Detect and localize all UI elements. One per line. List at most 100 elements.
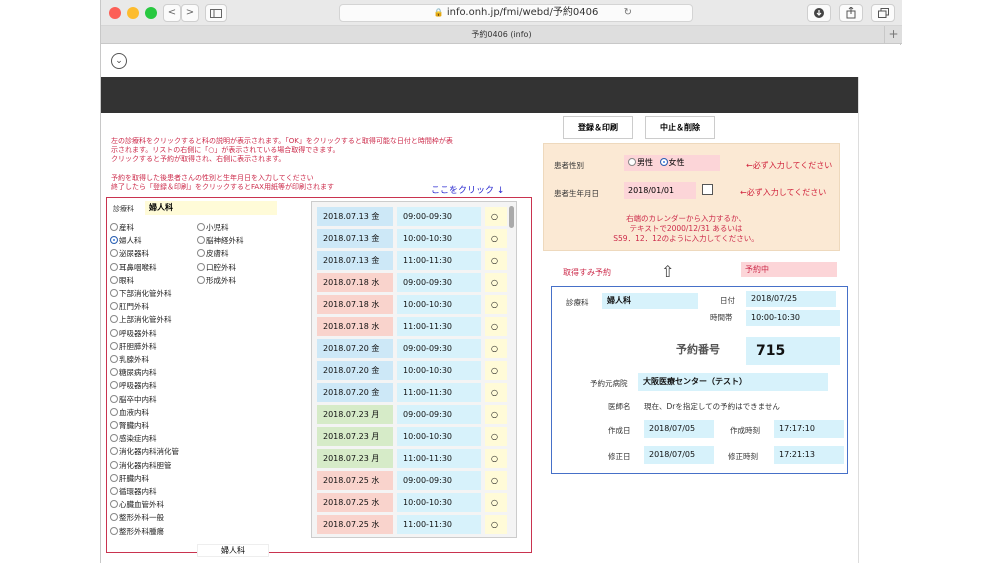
department-option[interactable]: 乳腺外科: [110, 355, 149, 365]
dob-input[interactable]: 2018/01/01: [624, 182, 696, 199]
radio-icon[interactable]: [110, 236, 118, 245]
availability-mark[interactable]: ○: [485, 273, 507, 292]
department-option[interactable]: 下部消化管外科: [110, 289, 172, 299]
address-bar[interactable]: 🔒 info.onh.jp/fmi/webd/予約0406 ↻: [339, 4, 693, 22]
department-option[interactable]: 耳鼻咽喉科: [110, 262, 157, 273]
schedule-time[interactable]: 11:00-11:30: [397, 449, 481, 468]
schedule-time[interactable]: 11:00-11:30: [397, 383, 481, 402]
schedule-date[interactable]: 2018.07.18 水: [317, 317, 393, 336]
minimize-window-button[interactable]: [127, 7, 139, 19]
close-window-button[interactable]: [109, 7, 121, 19]
schedule-date[interactable]: 2018.07.23 月: [317, 405, 393, 424]
schedule-date[interactable]: 2018.07.25 水: [317, 515, 393, 534]
schedule-time[interactable]: 11:00-11:30: [397, 317, 481, 336]
availability-mark[interactable]: ○: [485, 317, 507, 336]
schedule-date[interactable]: 2018.07.20 金: [317, 339, 393, 358]
schedule-time[interactable]: 09:00-09:30: [397, 273, 481, 292]
schedule-date[interactable]: 2018.07.13 金: [317, 251, 393, 270]
schedule-time[interactable]: 10:00-10:30: [397, 229, 481, 248]
department-option[interactable]: 循環器内科: [110, 487, 157, 497]
radio-icon[interactable]: [110, 315, 118, 324]
radio-icon[interactable]: [197, 262, 205, 271]
department-option[interactable]: 呼吸器内科: [110, 381, 157, 391]
department-option[interactable]: 皮膚科: [197, 249, 229, 259]
schedule-row[interactable]: 2018.07.25 水 09:00-09:30 ○: [317, 471, 507, 490]
schedule-date[interactable]: 2018.07.23 月: [317, 449, 393, 468]
department-option[interactable]: 感染症内科: [110, 434, 157, 444]
schedule-date[interactable]: 2018.07.13 金: [317, 207, 393, 226]
schedule-row[interactable]: 2018.07.13 金 10:00-10:30 ○: [317, 229, 507, 248]
department-option[interactable]: 整形外科一般: [110, 513, 164, 523]
cancel-delete-button[interactable]: 中止＆削除: [645, 116, 715, 139]
menu-toggle-button[interactable]: ⌄: [111, 53, 127, 69]
radio-icon[interactable]: [110, 513, 118, 522]
radio-icon[interactable]: [197, 236, 205, 245]
schedule-row[interactable]: 2018.07.13 金 09:00-09:30 ○: [317, 207, 507, 226]
schedule-row[interactable]: 2018.07.20 金 11:00-11:30 ○: [317, 383, 507, 402]
schedule-date[interactable]: 2018.07.18 水: [317, 273, 393, 292]
schedule-time[interactable]: 09:00-09:30: [397, 339, 481, 358]
radio-icon[interactable]: [110, 381, 118, 390]
schedule-row[interactable]: 2018.07.18 水 09:00-09:30 ○: [317, 273, 507, 292]
new-tab-button[interactable]: +: [884, 26, 902, 43]
male-radio[interactable]: [628, 158, 636, 166]
schedule-date[interactable]: 2018.07.25 水: [317, 493, 393, 512]
radio-icon[interactable]: [110, 223, 118, 231]
schedule-scrollbar[interactable]: [509, 206, 514, 228]
schedule-row[interactable]: 2018.07.23 月 09:00-09:30 ○: [317, 405, 507, 424]
radio-icon[interactable]: [110, 460, 118, 469]
register-print-button[interactable]: 登録＆印刷: [563, 116, 633, 139]
schedule-date[interactable]: 2018.07.18 水: [317, 295, 393, 314]
radio-icon[interactable]: [110, 394, 118, 403]
schedule-time[interactable]: 10:00-10:30: [397, 427, 481, 446]
forward-button[interactable]: >: [181, 4, 199, 22]
availability-mark[interactable]: ○: [485, 427, 507, 446]
schedule-date[interactable]: 2018.07.20 金: [317, 361, 393, 380]
radio-icon[interactable]: [110, 526, 118, 535]
department-option[interactable]: 腎臓内科: [110, 421, 149, 431]
schedule-date[interactable]: 2018.07.25 水: [317, 471, 393, 490]
department-option[interactable]: 整形外科腫瘍: [110, 526, 164, 537]
department-option[interactable]: 呼吸器外科: [110, 328, 157, 339]
availability-mark[interactable]: ○: [485, 295, 507, 314]
availability-mark[interactable]: ○: [485, 515, 507, 534]
schedule-time[interactable]: 11:00-11:30: [397, 251, 481, 270]
department-option[interactable]: 肝臓内科: [110, 473, 149, 484]
schedule-time[interactable]: 10:00-10:30: [397, 361, 481, 380]
reload-icon[interactable]: ↻: [624, 5, 632, 21]
share-button[interactable]: [839, 4, 863, 22]
radio-icon[interactable]: [110, 421, 118, 429]
tabs-overview-button[interactable]: [871, 4, 895, 22]
schedule-time[interactable]: 09:00-09:30: [397, 207, 481, 226]
department-option[interactable]: 肝胆膵外科: [110, 341, 157, 352]
female-radio[interactable]: [659, 158, 668, 166]
availability-mark[interactable]: ○: [485, 229, 507, 248]
radio-icon[interactable]: [197, 223, 205, 231]
schedule-row[interactable]: 2018.07.18 水 11:00-11:30 ○: [317, 317, 507, 336]
radio-icon[interactable]: [110, 407, 118, 416]
calendar-icon[interactable]: [702, 184, 713, 195]
availability-mark[interactable]: ○: [485, 383, 507, 402]
schedule-row[interactable]: 2018.07.25 水 11:00-11:30 ○: [317, 515, 507, 534]
radio-icon[interactable]: [197, 275, 205, 284]
department-option[interactable]: 婦人科: [110, 236, 142, 246]
availability-mark[interactable]: ○: [485, 361, 507, 380]
schedule-date[interactable]: 2018.07.20 金: [317, 383, 393, 402]
department-option[interactable]: 形成外科: [197, 275, 236, 286]
radio-icon[interactable]: [110, 275, 118, 284]
department-option[interactable]: 脳卒中内科: [110, 394, 157, 405]
availability-mark[interactable]: ○: [485, 251, 507, 270]
schedule-time[interactable]: 09:00-09:30: [397, 471, 481, 490]
radio-icon[interactable]: [110, 368, 118, 377]
department-option[interactable]: 血液内科: [110, 407, 149, 418]
schedule-row[interactable]: 2018.07.20 金 09:00-09:30 ○: [317, 339, 507, 358]
radio-icon[interactable]: [110, 262, 118, 271]
department-option[interactable]: 泌尿器科: [110, 249, 149, 259]
schedule-time[interactable]: 11:00-11:30: [397, 515, 481, 534]
department-option[interactable]: 小児科: [197, 223, 229, 233]
availability-mark[interactable]: ○: [485, 405, 507, 424]
schedule-row[interactable]: 2018.07.23 月 11:00-11:30 ○: [317, 449, 507, 468]
radio-icon[interactable]: [110, 447, 118, 456]
zoom-window-button[interactable]: [145, 7, 157, 19]
availability-mark[interactable]: ○: [485, 207, 507, 226]
